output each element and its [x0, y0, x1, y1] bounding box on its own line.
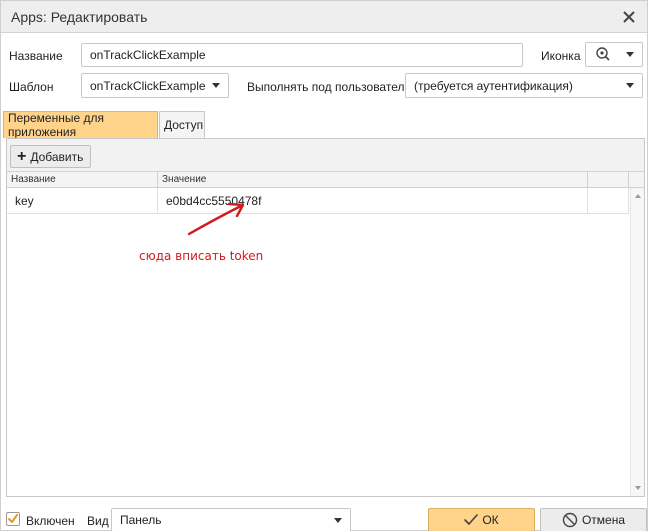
annotation-text: сюда вписать token	[139, 249, 264, 263]
add-variable-button[interactable]: + Добавить	[10, 145, 92, 168]
plus-icon: +	[17, 147, 27, 165]
ok-button-label: ОК	[482, 513, 499, 527]
row-extra-cell	[588, 188, 629, 214]
view-label: Вид	[87, 514, 109, 528]
column-header-value[interactable]: Значение	[158, 172, 588, 188]
title-bar: Apps: Редактировать	[1, 1, 647, 33]
template-label: Шаблон	[9, 80, 54, 94]
icon-label: Иконка	[541, 49, 581, 63]
chevron-down-icon	[626, 83, 634, 88]
view-select-value: Панель	[120, 513, 162, 527]
window-title: Apps: Редактировать	[11, 9, 148, 25]
variables-panel: + Добавить Название Значение key e0bd4cc…	[6, 138, 645, 497]
chevron-down-icon	[334, 518, 342, 523]
close-icon[interactable]	[619, 7, 639, 27]
scroll-up-icon[interactable]	[635, 194, 641, 198]
name-label: Название	[9, 49, 63, 63]
table-row[interactable]: key e0bd4cc5550478f	[7, 188, 629, 214]
template-select[interactable]: onTrackClickExample	[81, 73, 229, 98]
name-input[interactable]: onTrackClickExample	[81, 43, 523, 67]
run-as-select[interactable]: (требуется аутентификация)	[405, 73, 643, 98]
app-edit-window: Apps: Редактировать Название onTrackClic…	[0, 0, 648, 531]
scroll-down-icon[interactable]	[635, 486, 641, 490]
enabled-checkbox[interactable]	[6, 512, 20, 526]
variables-toolbar: + Добавить	[7, 139, 644, 172]
view-select[interactable]: Панель	[111, 508, 351, 531]
column-header-extra	[588, 172, 629, 188]
icon-select[interactable]	[585, 42, 643, 67]
footer-bar: Включен Вид Панель ОК Отмена	[1, 507, 647, 531]
column-header-name[interactable]: Название	[7, 172, 158, 188]
grid-scrollbar[interactable]	[630, 188, 644, 496]
add-variable-label: Добавить	[30, 149, 84, 164]
cancel-circle-icon	[562, 512, 578, 528]
grid-header: Название Значение	[7, 172, 644, 188]
tab-app-variables[interactable]: Переменные для приложения	[3, 111, 158, 139]
cancel-button[interactable]: Отмена	[540, 508, 647, 531]
run-as-label: Выполнять под пользователем	[247, 80, 420, 94]
chevron-down-icon	[212, 83, 220, 88]
cancel-button-label: Отмена	[581, 513, 626, 527]
row-name-cell[interactable]: key	[7, 188, 158, 214]
run-as-select-value: (требуется аутентификация)	[414, 78, 573, 93]
map-pin-search-icon	[596, 46, 610, 61]
ok-button[interactable]: ОК	[428, 508, 535, 531]
annotation-arrow-icon	[187, 202, 245, 236]
check-icon	[8, 514, 18, 523]
tab-access[interactable]: Доступ	[159, 111, 205, 138]
name-input-value: onTrackClickExample	[90, 48, 206, 62]
chevron-down-icon	[626, 52, 634, 57]
template-select-value: onTrackClickExample	[90, 78, 206, 93]
enabled-label: Включен	[26, 514, 75, 528]
check-icon	[464, 514, 479, 525]
